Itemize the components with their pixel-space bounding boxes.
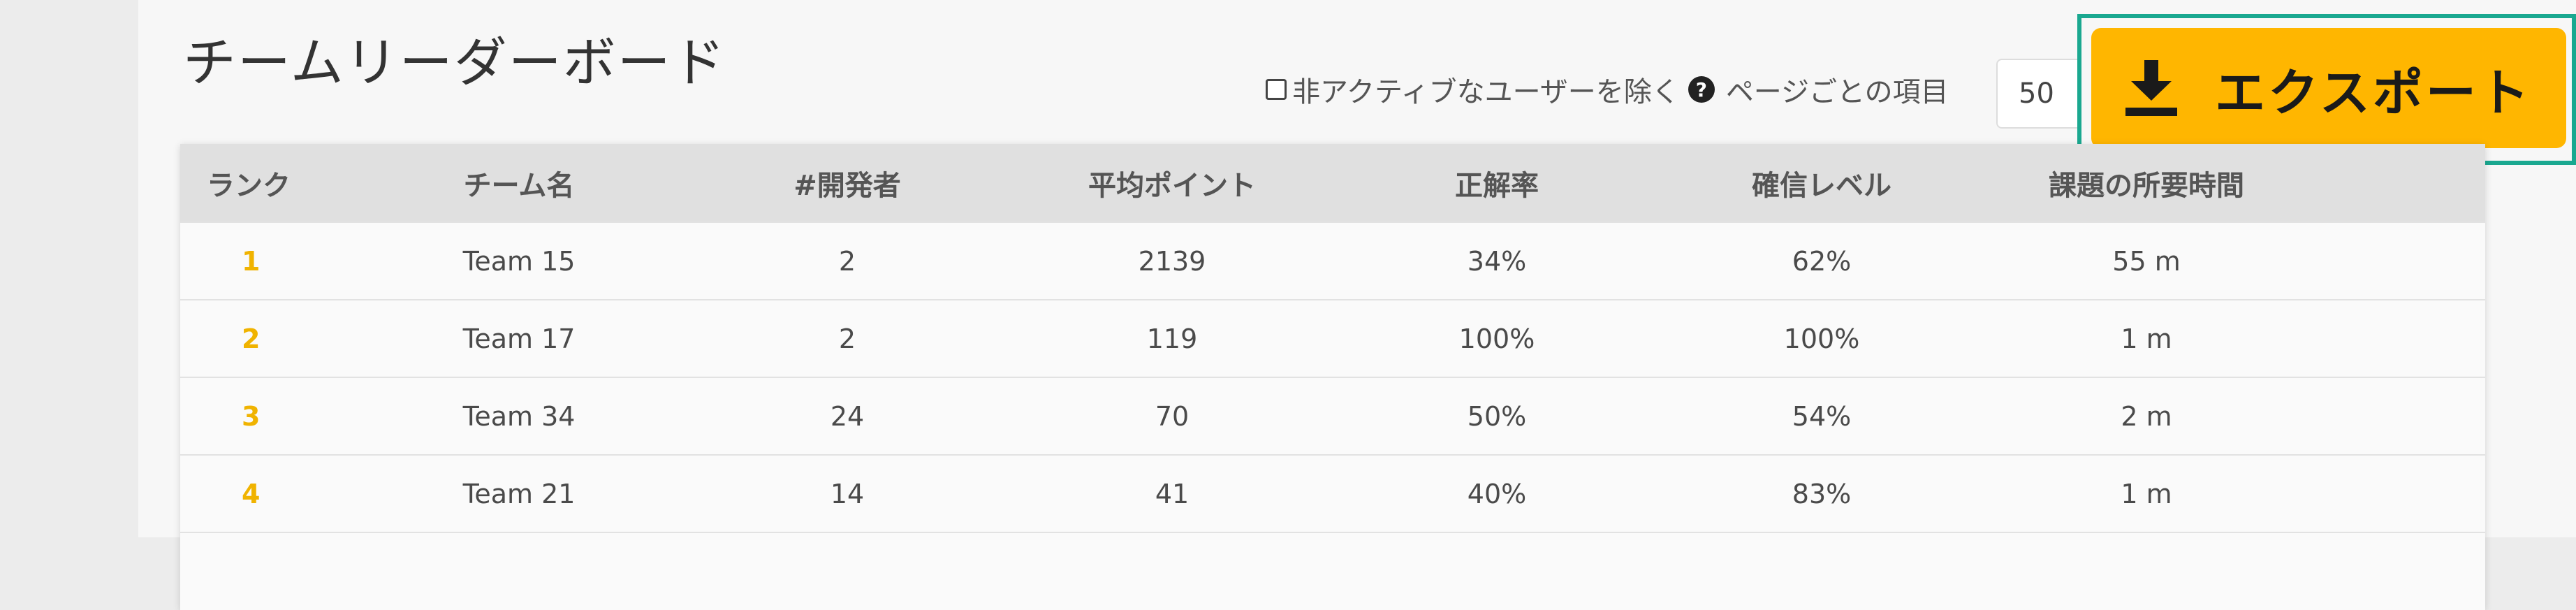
spacer-cell (2311, 377, 2485, 455)
header-rank[interactable]: ランク (180, 144, 355, 222)
developers-cell: 14 (830, 478, 865, 509)
header-time[interactable]: 課題の所要時間 (1982, 144, 2311, 222)
header-developers[interactable]: #開発者 (683, 144, 1011, 222)
avg-points-cell: 41 (1155, 478, 1190, 509)
export-label: エクスポート (2215, 63, 2532, 122)
developers-cell: 2 (838, 245, 856, 277)
confidence-cell: 54% (1792, 400, 1852, 432)
avg-points-cell: 2139 (1138, 245, 1206, 277)
confidence-cell: 83% (1792, 478, 1852, 509)
header-team-name[interactable]: チーム名 (355, 144, 683, 222)
table-header-row: ランク チーム名 #開発者 平均ポイント 正解率 確信レベル 課題の所要時間 (180, 144, 2485, 222)
header-avg-points[interactable]: 平均ポイント (1011, 144, 1333, 222)
team-name-cell: Team 17 (462, 323, 576, 354)
team-name-cell: Team 34 (462, 400, 576, 432)
table-row[interactable]: 3 Team 34 24 70 50% 54% 2 m (180, 377, 2485, 455)
accuracy-cell: 50% (1467, 400, 1527, 432)
developers-cell: 24 (830, 400, 865, 432)
header-spacer (2311, 144, 2485, 222)
rank-cell: 1 (242, 245, 261, 277)
rank-cell: 4 (242, 478, 261, 509)
spacer-cell (2311, 222, 2485, 300)
download-icon (2125, 60, 2178, 116)
avg-points-cell: 70 (1155, 400, 1190, 432)
time-cell: 1 m (2121, 478, 2172, 509)
spacer-cell (2311, 455, 2485, 532)
exclude-inactive-checkbox[interactable] (1266, 79, 1287, 100)
question-circle-icon[interactable]: ? (1688, 76, 1715, 103)
confidence-cell: 100% (1783, 323, 1860, 354)
rank-cell: 3 (242, 400, 261, 432)
accuracy-cell: 100% (1458, 323, 1535, 354)
export-button[interactable]: エクスポート (2091, 28, 2566, 148)
left-sidebar (0, 0, 138, 537)
avg-points-cell: 119 (1146, 323, 1198, 354)
accuracy-cell: 34% (1467, 245, 1527, 277)
table-row[interactable]: 2 Team 17 2 119 100% 100% 1 m (180, 300, 2485, 377)
exclude-inactive-label: 非アクティブなユーザーを除く (1292, 76, 1680, 108)
table-row[interactable]: 4 Team 21 14 41 40% 83% 1 m (180, 455, 2485, 532)
header-confidence[interactable]: 確信レベル (1661, 144, 1982, 222)
table-row[interactable]: 1 Team 15 2 2139 34% 62% 55 m (180, 222, 2485, 300)
leaderboard-table: ランク チーム名 #開発者 平均ポイント 正解率 確信レベル 課題の所要時間 1… (180, 144, 2485, 610)
accuracy-cell: 40% (1467, 478, 1527, 509)
table-row-partial[interactable] (180, 532, 2485, 610)
time-cell: 1 m (2121, 323, 2172, 354)
team-name-cell: Team 15 (462, 245, 576, 277)
team-name-cell: Team 21 (462, 478, 576, 509)
time-cell: 55 m (2112, 245, 2181, 277)
page-title: チームリーダーボード (183, 31, 726, 94)
rank-cell: 2 (242, 323, 261, 354)
per-page-label: ページごとの項目 (1725, 76, 1949, 108)
leaderboard-controls: 非アクティブなユーザーを除く ? ページごとの項目 (1266, 67, 1949, 112)
developers-cell: 2 (838, 323, 856, 354)
confidence-cell: 62% (1792, 245, 1852, 277)
header-accuracy[interactable]: 正解率 (1333, 144, 1661, 222)
spacer-cell (2311, 300, 2485, 377)
time-cell: 2 m (2121, 400, 2172, 432)
